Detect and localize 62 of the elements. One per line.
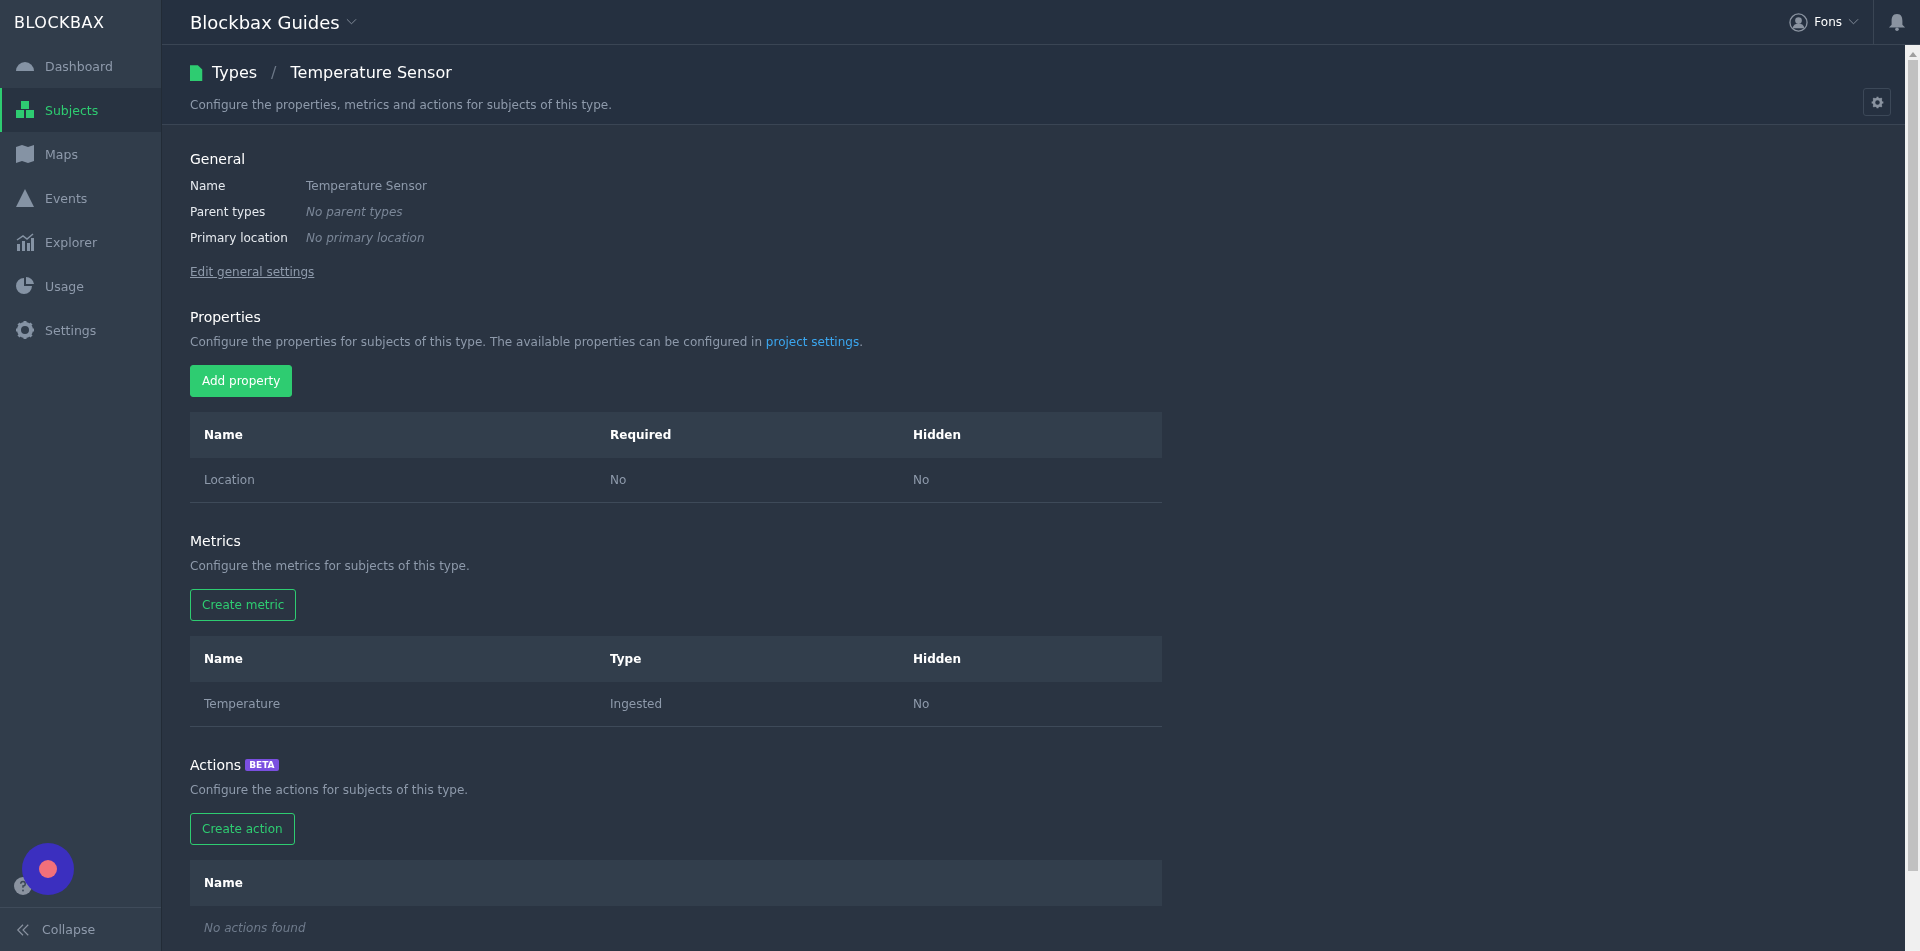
warning-icon bbox=[15, 188, 35, 208]
table-cell-text: Location bbox=[204, 473, 256, 487]
column-header: Name bbox=[204, 652, 244, 666]
nav-item[interactable]: Maps bbox=[0, 132, 161, 176]
nav-item[interactable]: Dashboard bbox=[0, 44, 161, 88]
edit-link[interactable]: Edit general settings bbox=[190, 265, 315, 279]
table-cell: No bbox=[913, 697, 930, 711]
page-description: Configure the properties, metrics and actions for subjects of this type. bbox=[190, 98, 614, 112]
section-title: Properties bbox=[190, 309, 261, 325]
chevron-down-icon bbox=[1848, 18, 1859, 26]
column-header: Name bbox=[204, 428, 244, 442]
section-title: Metrics bbox=[190, 533, 241, 549]
user-menu[interactable]: Fons bbox=[1789, 0, 1874, 44]
field-label: Name bbox=[190, 179, 227, 193]
map-icon bbox=[15, 144, 35, 164]
logo[interactable]: BLOCKBAX bbox=[0, 0, 161, 44]
field-label: Primary location bbox=[190, 231, 289, 245]
nav-item[interactable]: Subjects bbox=[0, 88, 161, 132]
empty-message: No actions found bbox=[204, 921, 306, 935]
breadcrumb-separator: / bbox=[271, 63, 277, 82]
document-icon bbox=[190, 64, 204, 81]
chevron-down-icon bbox=[345, 18, 357, 26]
settings-icon bbox=[15, 320, 35, 340]
double-chevron-left-icon bbox=[16, 922, 30, 937]
column-header: Hidden bbox=[913, 652, 962, 666]
section-description: Configure the properties for subjects of this type. The available properties can be configured in project settings. bbox=[190, 335, 864, 349]
nav-item[interactable]: Events bbox=[0, 176, 161, 220]
section-title: Actions bbox=[190, 757, 242, 773]
field-label: Parent types bbox=[190, 205, 267, 219]
nav-item[interactable]: Settings bbox=[0, 308, 161, 352]
user-avatar-icon bbox=[1789, 12, 1809, 32]
section-title: General bbox=[190, 151, 247, 167]
beta-badge: BETA bbox=[245, 759, 279, 771]
breadcrumb-link[interactable]: Types bbox=[212, 63, 258, 82]
nav-item[interactable]: Usage bbox=[0, 264, 161, 308]
table-cell: No bbox=[913, 473, 930, 487]
settings-button[interactable] bbox=[1863, 88, 1891, 116]
page-title: Temperature Sensor bbox=[290, 63, 452, 82]
section-description: Configure the metrics for subjects of this type. bbox=[190, 559, 471, 573]
scrollbar[interactable] bbox=[1905, 45, 1920, 951]
table-cell-text: Temperature bbox=[204, 697, 281, 711]
field-value: No primary location bbox=[306, 231, 426, 245]
collapse-button[interactable]: Collapse bbox=[0, 907, 161, 951]
field-value: Temperature Sensor bbox=[306, 179, 428, 193]
project-selector[interactable]: Blockbax Guides bbox=[190, 11, 357, 33]
column-header: Type bbox=[610, 652, 643, 666]
pie-chart-icon bbox=[15, 276, 35, 296]
create-button[interactable]: Create metric bbox=[190, 589, 297, 621]
field-value: No parent types bbox=[306, 205, 404, 219]
cubes-icon bbox=[15, 100, 35, 120]
nav-item[interactable]: Explorer bbox=[0, 220, 161, 264]
section-description: Configure the actions for subjects of this type. bbox=[190, 783, 470, 797]
column-header: Name bbox=[204, 876, 244, 890]
record-button[interactable] bbox=[22, 843, 74, 895]
settings-icon bbox=[1870, 95, 1884, 109]
chart-icon bbox=[15, 232, 35, 252]
column-header: Hidden bbox=[913, 428, 962, 442]
bell-icon[interactable] bbox=[1888, 13, 1906, 31]
table-cell-text: Ingested bbox=[610, 697, 664, 711]
table-cell-text: No bbox=[610, 473, 628, 487]
create-button[interactable]: Create action bbox=[190, 813, 295, 845]
column-header: Required bbox=[610, 428, 673, 442]
